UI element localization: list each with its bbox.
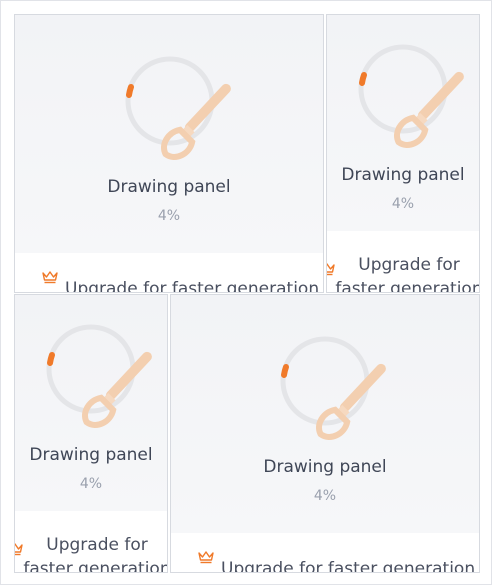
upgrade-button[interactable]: Upgrade for faster generation [15,511,167,572]
upgrade-label: Upgrade for faster generation [335,255,480,293]
progress-percent: 4% [157,208,181,224]
generation-card: Drawing panel 4% Upgrade for faster gene… [170,294,480,573]
generation-preview: Drawing panel 4% [15,295,167,513]
card-title: Drawing panel [107,177,231,197]
progress-ring [124,55,231,160]
crown-icon [198,551,214,564]
generation-preview: Drawing panel 4% [171,295,479,535]
progress-percent: 4% [391,196,415,212]
generation-preview: Drawing panel 4% [15,15,323,255]
progress-percent: 4% [313,488,337,504]
upgrade-label: Upgrade for faster generation [221,559,476,573]
brush-icon [161,83,231,160]
crown-icon [327,263,335,276]
upgrade-button[interactable]: Upgrade for faster generation [171,533,479,572]
progress-ring [45,323,152,428]
generation-card: Drawing panel 4% Upgrade for faster gene… [14,294,168,573]
generation-preview: Drawing panel 4% [327,15,479,233]
crown-icon [15,543,23,556]
card-title: Drawing panel [263,457,387,477]
progress-ring [279,335,386,440]
brush-icon [82,351,152,428]
upgrade-button[interactable]: Upgrade for faster generation [15,253,323,292]
progress-ring [357,43,464,148]
card-title: Drawing panel [29,445,153,465]
card-title: Drawing panel [341,165,465,185]
upgrade-label: Upgrade for faster generation [65,279,320,293]
generation-grid: Drawing panel 4% Upgrade for faster gene… [0,0,492,585]
crown-icon [42,271,58,284]
brush-icon [316,363,386,440]
upgrade-button[interactable]: Upgrade for faster generation [327,231,479,292]
generation-card: Drawing panel 4% Upgrade for faster gene… [14,14,324,293]
brush-icon [394,71,464,148]
upgrade-label: Upgrade for faster generation [23,535,168,573]
progress-percent: 4% [79,476,103,492]
generation-card: Drawing panel 4% Upgrade for faster gene… [326,14,480,293]
